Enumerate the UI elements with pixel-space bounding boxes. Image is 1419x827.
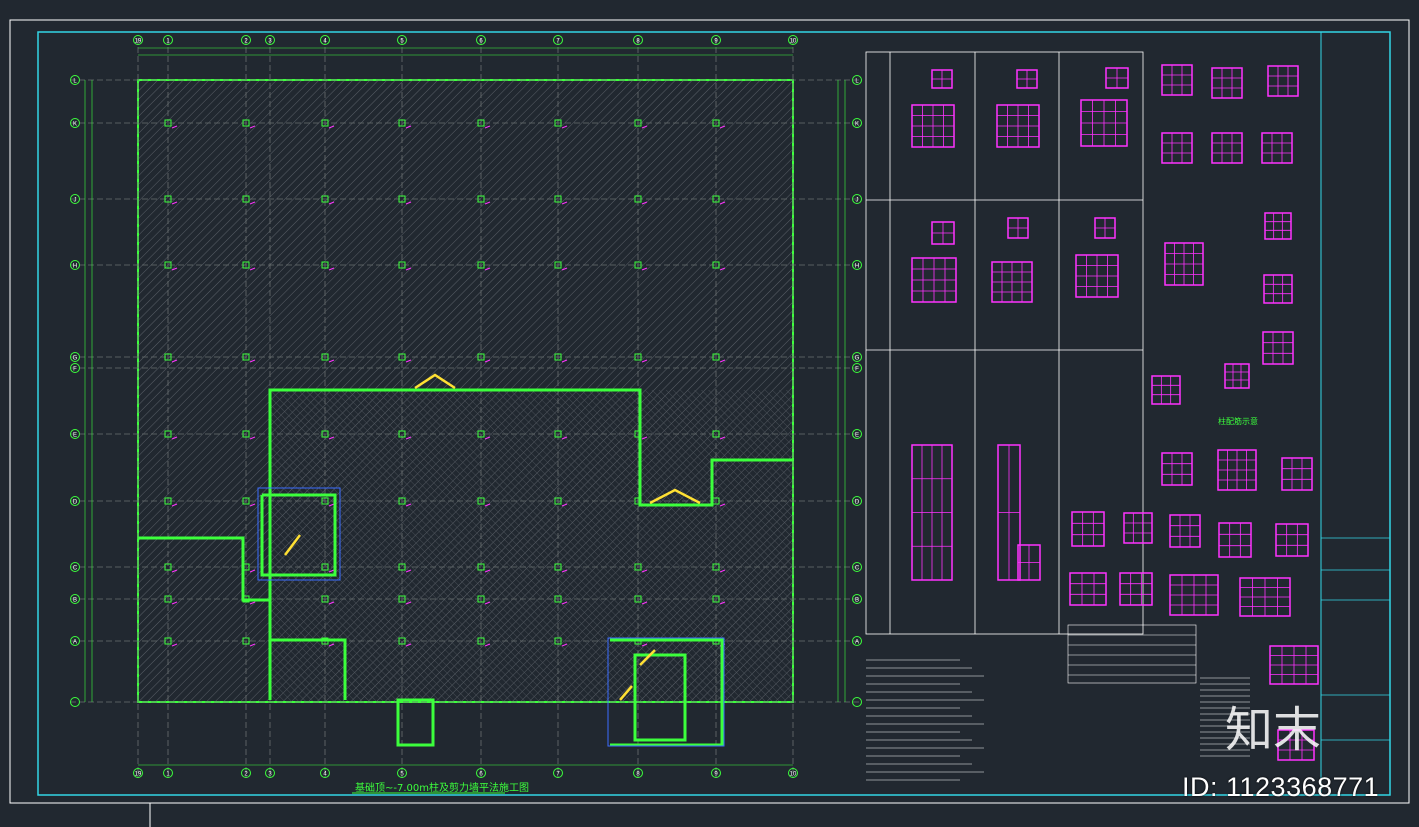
grid-bubble-label: G: [73, 356, 78, 362]
rebar-section: [1161, 64, 1193, 96]
rebar-section: [1169, 514, 1201, 548]
grid-bubble-label: K: [855, 122, 859, 128]
title-block-rows: [1321, 537, 1390, 741]
grid-bubble-label: C: [855, 566, 860, 572]
grid-bubble-label: E: [73, 433, 77, 439]
grid-bubble-label: 2: [244, 39, 248, 45]
grid-bubble-label: L: [855, 79, 859, 85]
grid-bubble-label: 5: [400, 39, 404, 45]
grid-bubble-label: E: [855, 433, 859, 439]
grid-bubble-label: 10: [790, 772, 797, 778]
rebar-section: [1211, 132, 1243, 164]
rebar-section: [1071, 511, 1105, 547]
grid-bubble-label: 5: [400, 772, 404, 778]
detail-cells: [911, 64, 1319, 761]
rebar-section: [1264, 212, 1292, 240]
rebar-section: [1218, 522, 1252, 558]
rebar-section: [1267, 65, 1299, 97]
rebar-section: [1224, 363, 1250, 389]
grid-bubble-label: B: [73, 598, 77, 604]
image-id-label: ID: 1123368771: [1182, 772, 1380, 802]
grid-bubble-label: L: [73, 79, 77, 85]
grid-bubble-label: 9: [714, 772, 718, 778]
brand-logo: 知末: [1225, 702, 1322, 758]
grid-bubble-label: 10: [790, 39, 797, 45]
rebar-section: [1119, 572, 1153, 606]
section-title: 柱配筋示意: [1218, 417, 1258, 426]
rebar-section: [1275, 523, 1309, 557]
grid-bubble-label: J: [74, 198, 77, 204]
rebar-section: [1263, 274, 1293, 304]
rebar-section: [1161, 132, 1193, 164]
grid-bubble-label: 3: [268, 772, 272, 778]
grid-bubble-label: H: [73, 264, 77, 270]
grid-bubble-label: A: [73, 640, 77, 646]
grid-bubble-label: D: [855, 500, 860, 506]
rebar-section: [1151, 375, 1181, 405]
grid-bubble-label: 3: [268, 39, 272, 45]
grid-bubble-label: 7: [556, 772, 560, 778]
rebar-section: [1069, 572, 1107, 606]
grid-bubble-label: B: [855, 598, 859, 604]
grid-bubble-label: J: [856, 198, 859, 204]
rebar-section: [1281, 457, 1313, 491]
grid-bubble-label: 8: [636, 39, 640, 45]
grid-bubble-label: 9: [714, 39, 718, 45]
title-block: [1320, 31, 1391, 796]
grid-bubble-label: G: [855, 356, 860, 362]
grid-bubble-label: A: [855, 640, 859, 646]
rebar-section: [1123, 512, 1153, 544]
wall-stair-d: [396, 698, 435, 747]
cad-drawing-canvas: 19191122334455667788991010L LK KJ JH HG GF FE E…: [9, 19, 1410, 827]
grid-bubble-label: 6: [479, 39, 483, 45]
grid-bubble-label: 4: [323, 772, 327, 778]
grid-bubble-label: 19: [135, 772, 142, 778]
grid-bubble-label: 6: [479, 772, 483, 778]
rebar-section: [1261, 132, 1293, 164]
grid-bubble-label: 19: [135, 39, 142, 45]
general-notes: [866, 659, 1250, 781]
grid-bubble-label: F: [73, 367, 77, 373]
grid-bubble-label: C: [73, 566, 78, 572]
rebar-section: [1211, 67, 1243, 99]
grid-bubble-label: H: [855, 264, 859, 270]
grid-bubble-label: K: [73, 122, 77, 128]
grid-bubble-label: D: [73, 500, 78, 506]
rebar-section: [1262, 331, 1294, 365]
grid-bubble-label: 1: [166, 772, 170, 778]
rebar-section: [1161, 452, 1193, 486]
grid-bubble-label: 7: [556, 39, 560, 45]
grid-bubble-label: 8: [636, 772, 640, 778]
grid-bubble-label: F: [855, 367, 859, 373]
plan-title: 基础顶~-7.00m柱及剪力墙平法施工图: [355, 783, 529, 794]
grid-bubble-label: 1: [166, 39, 170, 45]
grid-bubble-label: 2: [244, 772, 248, 778]
grid-bubble-label: 4: [323, 39, 327, 45]
